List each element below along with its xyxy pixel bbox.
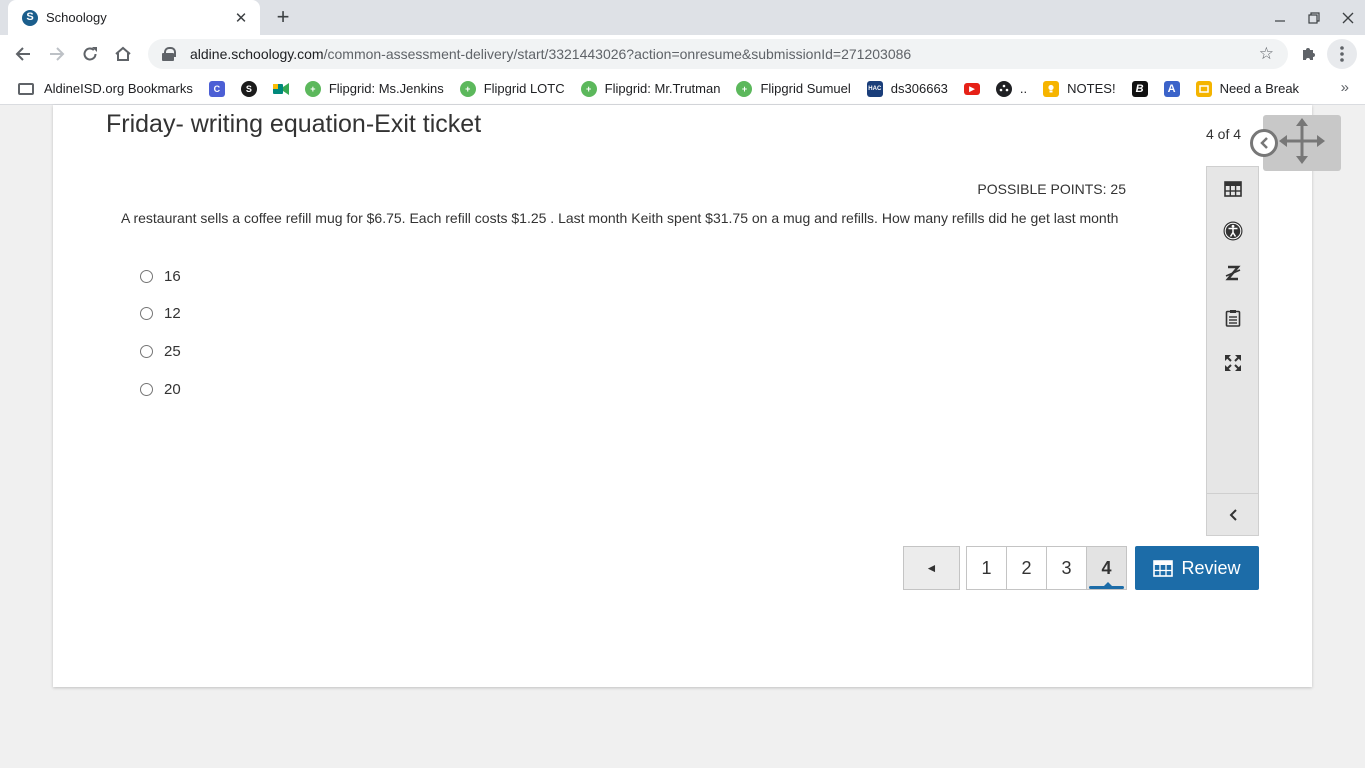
notepad-tool[interactable]	[1207, 298, 1258, 338]
radio-button[interactable]	[140, 344, 153, 358]
back-arrow-icon[interactable]	[8, 39, 38, 69]
review-button[interactable]: Review	[1135, 546, 1259, 590]
new-tab-icon[interactable]: +	[272, 4, 294, 29]
collapse-tools-button[interactable]	[1207, 493, 1258, 535]
answer-choice[interactable]: 25	[140, 341, 181, 361]
bookmark-c[interactable]: C	[205, 76, 229, 102]
restore-icon[interactable]	[1297, 0, 1331, 35]
choice-label: 20	[164, 380, 181, 398]
assessment-title: Friday- writing equation-Exit ticket	[106, 110, 482, 138]
lock-icon[interactable]	[162, 47, 176, 61]
flipgrid-icon: +	[459, 80, 476, 97]
previous-question-button[interactable]: ◄	[903, 546, 960, 590]
clipboard-icon	[1225, 310, 1240, 327]
choice-label: 16	[164, 267, 181, 285]
triangle-left-icon: ◄	[925, 561, 938, 575]
choice-label: 25	[164, 342, 181, 360]
question-pagination: 1 2 3 4	[966, 546, 1127, 590]
accessibility-icon	[1223, 221, 1242, 241]
close-tab-icon[interactable]: ✕	[232, 9, 250, 27]
bookmark-hac[interactable]: HAC ds306663	[863, 76, 952, 102]
answer-choice[interactable]: 16	[140, 266, 181, 286]
folder-icon	[18, 82, 34, 95]
bookmark-meet[interactable]	[269, 76, 293, 102]
browser-menu-icon[interactable]	[1327, 39, 1357, 69]
page-button-2[interactable]: 2	[1006, 546, 1047, 590]
bookmarks-bar: AldineISD.org Bookmarks C S + Flipgrid: …	[0, 73, 1365, 105]
chevron-left-circle-icon[interactable]	[1250, 129, 1278, 157]
question-counter: 4 of 4	[1206, 126, 1242, 142]
slides-icon	[1195, 80, 1212, 97]
forward-arrow-icon[interactable]	[42, 39, 72, 69]
tools-panel	[1206, 166, 1259, 536]
address-bar[interactable]: aldine.schoology.com/common-assessment-d…	[148, 39, 1288, 69]
fullscreen-tool[interactable]	[1207, 343, 1258, 383]
tab-title: Schoology	[46, 10, 107, 25]
bookmark-aldineisd-folder[interactable]: AldineISD.org Bookmarks	[14, 76, 197, 102]
accessibility-tool[interactable]	[1207, 211, 1258, 251]
page-button-4[interactable]: 4	[1086, 546, 1127, 590]
flipgrid-icon: +	[580, 80, 597, 97]
flipgrid-icon: +	[736, 80, 753, 97]
answer-choice[interactable]: 12	[140, 303, 181, 323]
possible-points: POSSIBLE POINTS: 25	[977, 181, 1126, 197]
highlighter-tool[interactable]	[1207, 253, 1258, 293]
move-arrows-icon	[1279, 117, 1325, 169]
youtube-icon: ▶	[963, 82, 980, 95]
browser-toolbar: aldine.schoology.com/common-assessment-d…	[0, 35, 1365, 73]
bookmark-star-icon[interactable]: ☆	[1259, 44, 1274, 64]
close-window-icon[interactable]	[1331, 0, 1365, 35]
choice-label: 12	[164, 304, 181, 322]
bookmark-a[interactable]: A	[1160, 76, 1184, 102]
page-button-3[interactable]: 3	[1046, 546, 1087, 590]
more-bookmarks-icon[interactable]: »	[1341, 79, 1349, 96]
question-text: A restaurant sells a coffee refill mug f…	[121, 210, 1119, 226]
expand-icon	[1224, 355, 1241, 371]
review-label: Review	[1181, 557, 1241, 578]
home-icon[interactable]	[108, 39, 138, 69]
schoology-icon: S	[240, 80, 257, 97]
calculator-tool[interactable]	[1207, 169, 1258, 209]
calendar-grid-icon	[1153, 560, 1174, 577]
radio-button[interactable]	[140, 382, 153, 396]
schoology-favicon-icon: S	[22, 9, 38, 26]
strikethrough-highlighter-icon	[1224, 265, 1241, 281]
radio-button[interactable]	[140, 269, 153, 283]
flipgrid-icon: +	[304, 80, 321, 97]
bookmark-flipgrid-sumuel[interactable]: + Flipgrid Sumuel	[732, 76, 854, 102]
reload-icon[interactable]	[75, 39, 105, 69]
tab-strip: S Schoology ✕ +	[0, 0, 1365, 35]
b-icon: B	[1131, 80, 1148, 97]
chevron-left-icon	[1229, 508, 1237, 521]
bookmark-flipgrid-jenkins[interactable]: + Flipgrid: Ms.Jenkins	[301, 76, 448, 102]
bookmark-b[interactable]: B	[1128, 76, 1152, 102]
bookmark-flipgrid-lotc[interactable]: + Flipgrid LOTC	[456, 76, 569, 102]
calculator-icon	[1223, 181, 1242, 197]
browser-tab[interactable]: S Schoology ✕	[8, 0, 260, 35]
hac-icon: HAC	[866, 80, 883, 97]
bookmark-need-a-break[interactable]: Need a Break	[1192, 76, 1304, 102]
c-icon: C	[208, 80, 225, 97]
bookmark-film[interactable]: ..	[992, 76, 1031, 102]
radio-button[interactable]	[140, 306, 153, 320]
page-button-1[interactable]: 1	[966, 546, 1007, 590]
keep-icon	[1043, 80, 1060, 97]
film-icon	[995, 80, 1012, 97]
minimize-icon[interactable]	[1263, 0, 1297, 35]
bookmark-schoology[interactable]: S	[237, 76, 261, 102]
bookmark-notes[interactable]: NOTES!	[1039, 76, 1119, 102]
bookmark-flipgrid-trutman[interactable]: + Flipgrid: Mr.Trutman	[577, 76, 725, 102]
meet-icon	[272, 81, 289, 97]
a-icon: A	[1163, 80, 1180, 97]
extensions-puzzle-icon[interactable]	[1293, 39, 1323, 69]
bookmark-youtube[interactable]: ▶	[960, 76, 984, 102]
answer-choice[interactable]: 20	[140, 379, 181, 399]
url-text[interactable]: aldine.schoology.com/common-assessment-d…	[190, 46, 1259, 62]
